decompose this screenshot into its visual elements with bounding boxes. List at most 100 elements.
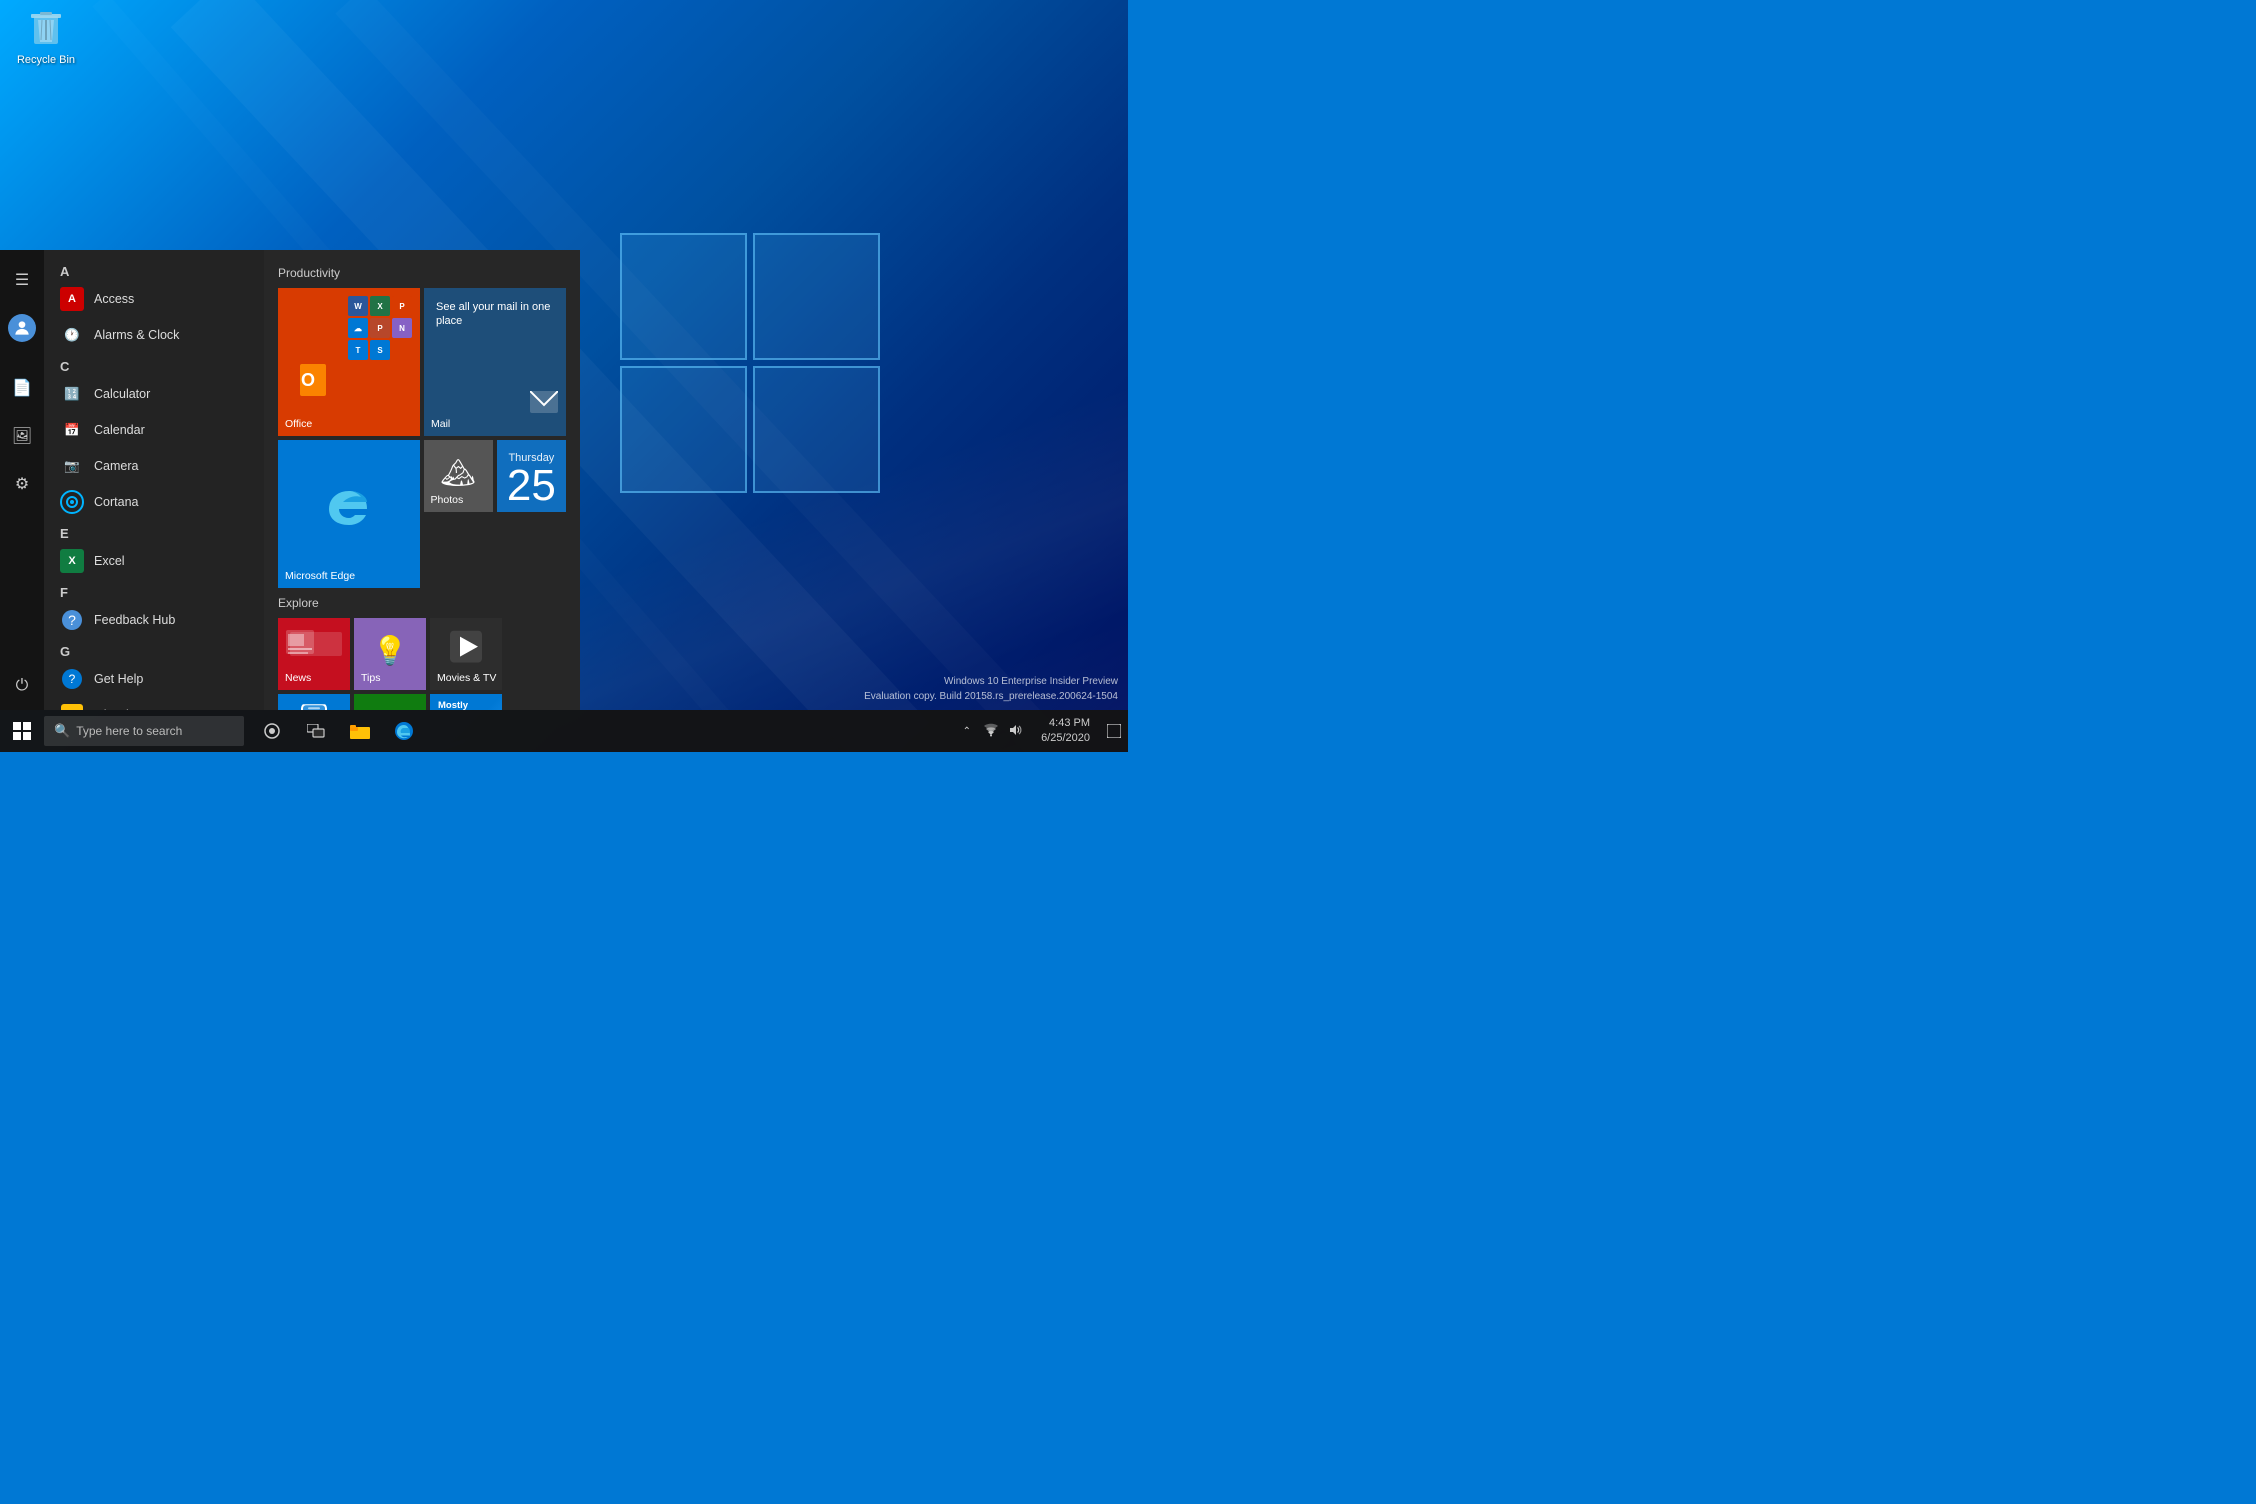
app-list: A A Access 🕐 Alarms & Clock C 🔢 Calculat… <box>44 250 264 710</box>
tile-news-label: News <box>285 672 311 685</box>
tile-calendar[interactable]: Thursday 25 <box>497 440 566 512</box>
edge-taskbar-button[interactable] <box>382 710 426 752</box>
multi-desktop-button[interactable] <box>294 710 338 752</box>
hamburger-icon: ☰ <box>15 270 29 290</box>
tiles-row-4: Your Phone 🃏 Solitaire Mostly Sunny 83° … <box>278 694 566 710</box>
clock-time: 4:43 PM <box>1049 716 1090 731</box>
calculator-icon: 🔢 <box>60 382 84 406</box>
network-icon[interactable] <box>981 721 1001 742</box>
taskbar-overflow-button[interactable]: ⌃ <box>959 722 975 741</box>
app-calendar[interactable]: 📅 Calendar <box>44 412 264 448</box>
tile-your-phone[interactable]: Your Phone <box>278 694 350 710</box>
recycle-bin-icon[interactable]: Recycle Bin <box>16 10 76 66</box>
app-github[interactable]: GH GitHub, Inc ▾ <box>44 697 264 710</box>
start-sidebar: ☰ 📄 🖼 ⚙ ⏻ <box>0 250 44 710</box>
office-main-icon: O <box>288 362 332 416</box>
feedback-hub-icon: ? <box>60 608 84 632</box>
office-apps-grid: W X P ☁ P N T S <box>348 296 412 360</box>
tile-mail-label: Mail <box>431 418 450 431</box>
taskbar-start-button[interactable] <box>0 710 44 752</box>
letter-g: G <box>44 638 264 661</box>
explore-section-title: Explore <box>278 596 566 610</box>
excel-icon: X <box>60 549 84 573</box>
letter-a: A <box>44 258 264 281</box>
app-access[interactable]: A Access <box>44 281 264 317</box>
clock-date: 6/25/2020 <box>1041 731 1090 746</box>
mail-tile-desc: See all your mail in one place <box>432 296 558 333</box>
windows-start-icon <box>13 722 31 740</box>
documents-button[interactable]: 📄 <box>0 366 44 410</box>
alarms-clock-icon: 🕐 <box>60 323 84 347</box>
productivity-section-title: Productivity <box>278 266 566 280</box>
power-button[interactable]: ⏻ <box>0 664 44 708</box>
taskbar-system-icons <box>975 710 1031 752</box>
app-calculator[interactable]: 🔢 Calculator <box>44 376 264 412</box>
recycle-bin-svg <box>26 10 66 50</box>
get-help-icon: ? <box>60 667 84 691</box>
volume-icon[interactable] <box>1005 721 1025 742</box>
search-icon: 🔍 <box>54 723 70 739</box>
hamburger-menu-button[interactable]: ☰ <box>0 258 44 302</box>
cortana-icon <box>60 490 84 514</box>
taskbar-clock[interactable]: 4:43 PM 6/25/2020 <box>1031 710 1100 752</box>
tile-edge[interactable]: Microsoft Edge <box>278 440 420 588</box>
tile-photos-label: Photos <box>431 494 464 507</box>
taskbar: 🔍 Type here to search <box>0 710 1128 752</box>
taskbar-search-box[interactable]: 🔍 Type here to search <box>44 716 244 746</box>
tile-mail[interactable]: See all your mail in one place Mail <box>424 288 566 436</box>
notifications-button[interactable] <box>1100 710 1128 752</box>
tiles-area: Productivity O W X P <box>264 250 580 710</box>
desktop: Recycle Bin Windows 10 Enterprise Inside… <box>0 0 1128 752</box>
letter-e: E <box>44 520 264 543</box>
app-get-help[interactable]: ? Get Help <box>44 661 264 697</box>
movies-icon <box>450 631 482 670</box>
tile-tips[interactable]: 💡 Tips <box>354 618 426 690</box>
app-camera[interactable]: 📷 Camera <box>44 448 264 484</box>
search-placeholder-text: Type here to search <box>76 724 182 738</box>
notifications-icon <box>1107 724 1121 738</box>
eval-watermark: Windows 10 Enterprise Insider Preview Ev… <box>864 674 1118 704</box>
taskbar-task-buttons <box>250 710 426 752</box>
calendar-tile-content: Thursday 25 <box>497 440 566 512</box>
weather-tile-content: Mostly Sunny 83° 84° 60° <box>430 694 502 710</box>
settings-button[interactable]: ⚙ <box>0 462 44 506</box>
multi-desktop-icon <box>307 724 325 738</box>
start-menu: ☰ 📄 🖼 ⚙ ⏻ A A <box>0 250 580 710</box>
tile-weather[interactable]: Mostly Sunny 83° 84° 60° Redmond <box>430 694 502 710</box>
tiles-row-2: Microsoft Edge 🏔 Photos Thursday 25 <box>278 440 566 588</box>
user-avatar[interactable] <box>8 314 36 342</box>
letter-f: F <box>44 579 264 602</box>
app-excel[interactable]: X Excel <box>44 543 264 579</box>
tiles-row-3: News 💡 Tips Movies & TV <box>278 618 566 690</box>
calendar-icon: 📅 <box>60 418 84 442</box>
github-icon: GH <box>60 703 84 710</box>
task-view-icon <box>264 723 280 739</box>
letter-c: C <box>44 353 264 376</box>
app-cortana[interactable]: Cortana <box>44 484 264 520</box>
tile-solitaire[interactable]: 🃏 Solitaire <box>354 694 426 710</box>
tile-tips-label: Tips <box>361 672 380 685</box>
photos-tile-icon: 🏔 <box>440 456 476 489</box>
task-view-button[interactable] <box>250 710 294 752</box>
windows-logo-decoration <box>620 233 880 493</box>
photos-button[interactable]: 🖼 <box>0 414 44 458</box>
power-icon: ⏻ <box>16 677 29 695</box>
settings-icon: ⚙ <box>15 474 29 494</box>
tile-movies-tv[interactable]: Movies & TV <box>430 618 502 690</box>
recycle-bin-label: Recycle Bin <box>17 54 75 66</box>
app-alarms-clock[interactable]: 🕐 Alarms & Clock <box>44 317 264 353</box>
svg-text:?: ? <box>68 612 76 628</box>
tile-edge-label: Microsoft Edge <box>285 570 355 583</box>
tile-office[interactable]: O W X P ☁ P N T S Office <box>278 288 420 436</box>
tile-news[interactable]: News <box>278 618 350 690</box>
tile-photos[interactable]: 🏔 Photos <box>424 440 493 512</box>
access-icon: A <box>60 287 84 311</box>
app-feedback-hub[interactable]: ? Feedback Hub <box>44 602 264 638</box>
mail-envelope-icon <box>530 391 558 416</box>
edge-taskbar-icon <box>394 721 414 741</box>
taskbar-right: ⌃ <box>959 710 1128 752</box>
file-explorer-button[interactable] <box>338 710 382 752</box>
edge-icon <box>323 481 375 536</box>
camera-icon: 📷 <box>60 454 84 478</box>
tile-movies-label: Movies & TV <box>437 672 496 685</box>
